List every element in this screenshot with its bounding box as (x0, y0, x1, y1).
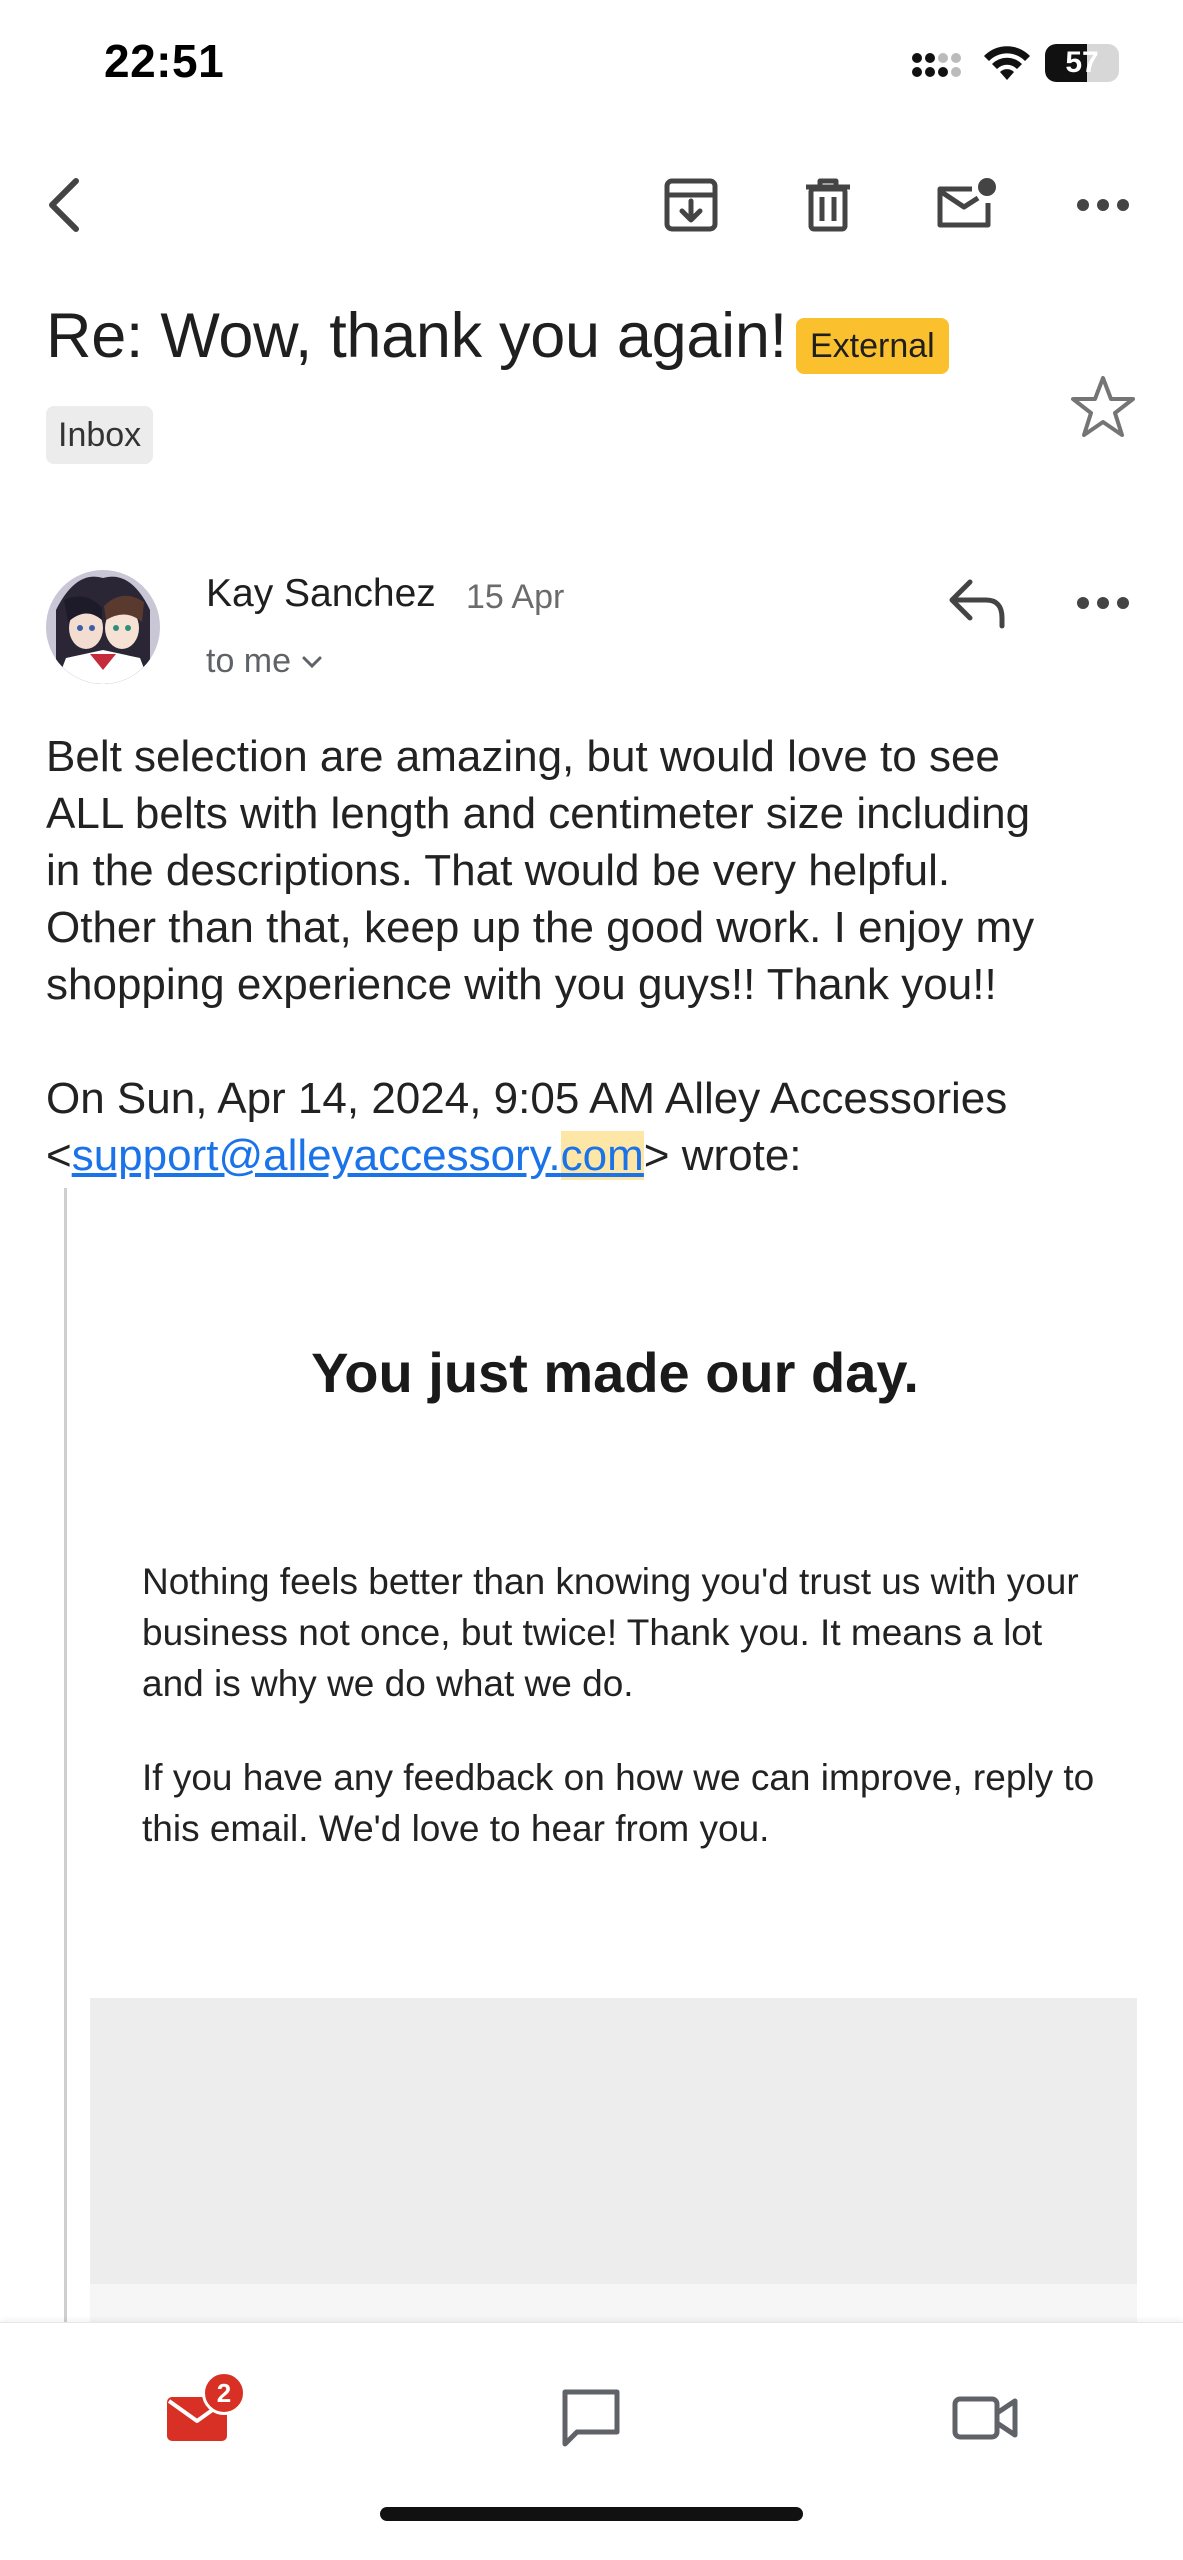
archive-icon (664, 178, 718, 232)
email-date: 15 Apr (466, 578, 565, 616)
chevron-down-icon (302, 656, 322, 668)
body-line: Belt selection are amazing, but would lo… (46, 732, 1000, 781)
archive-button[interactable] (656, 170, 726, 240)
more-options-button[interactable] (1068, 170, 1138, 240)
quote-bar (64, 1188, 67, 2328)
video-icon (952, 2396, 1018, 2440)
recipient-label: to me (206, 642, 292, 680)
battery-text: 57 (1065, 46, 1099, 79)
body-line: ALL belts with length and centimeter siz… (46, 789, 1031, 838)
nav-meet[interactable] (930, 2363, 1040, 2473)
sender-avatar[interactable] (46, 570, 160, 684)
quote-email-line: <support@alleyaccessory.com> wrote: (46, 1131, 802, 1180)
star-icon (1071, 376, 1135, 437)
email-subject: Re: Wow, thank you again! (46, 301, 787, 371)
quoted-footer-strip (90, 2284, 1137, 2324)
body-line: Other than that, keep up the good work. … (46, 903, 1035, 952)
quote-attribution: On Sun, Apr 14, 2024, 9:05 AM Alley Acce… (46, 1070, 1156, 1184)
email-body: Belt selection are amazing, but would lo… (46, 728, 1156, 1013)
external-badge: External (796, 318, 949, 374)
mark-unread-button[interactable] (930, 170, 1000, 240)
delete-button[interactable] (793, 170, 863, 240)
sender-name[interactable]: Kay Sanchez (206, 572, 436, 616)
quoted-paragraph: Nothing feels better than knowing you'd … (142, 1561, 1079, 1704)
chat-icon (562, 2389, 620, 2447)
body-line: in the descriptions. That would be very … (46, 846, 951, 895)
cellular-signal-icon (912, 53, 961, 77)
support-email-link[interactable]: support@alleyaccessory.com (72, 1131, 644, 1180)
back-button[interactable] (28, 170, 98, 240)
quoted-paragraph: If you have any feedback on how we can i… (142, 1757, 1095, 1849)
message-more-button[interactable] (1068, 568, 1138, 638)
star-button[interactable] (1068, 372, 1138, 442)
back-arrow-icon (49, 178, 79, 232)
body-line: shopping experience with you guys!! Than… (46, 960, 997, 1009)
reply-icon (949, 579, 1005, 629)
status-time: 22:51 (104, 35, 225, 87)
mark-unread-icon (937, 178, 996, 228)
reply-button[interactable] (942, 568, 1012, 638)
search-highlight: com (560, 1131, 644, 1180)
quoted-heading: You just made our day. (311, 1341, 919, 1404)
quoted-image-placeholder (90, 1998, 1137, 2284)
nav-chat[interactable] (536, 2363, 646, 2473)
avatar-image (46, 570, 160, 684)
nav-mail[interactable]: 2 (142, 2363, 252, 2473)
unread-count-badge: 2 (202, 2371, 246, 2415)
label-chip-inbox[interactable]: Inbox (46, 406, 154, 464)
trash-icon (806, 178, 850, 232)
more-horizontal-icon (1077, 199, 1129, 211)
quote-intro: On Sun, Apr 14, 2024, 9:05 AM Alley Acce… (46, 1074, 1008, 1123)
bottom-navigation: 2 (0, 2322, 1183, 2560)
recipient-toggle[interactable]: to me (206, 642, 323, 681)
home-indicator[interactable] (380, 2507, 803, 2521)
battery-indicator: 57 (1045, 44, 1119, 82)
quote-wrote: wrote: (681, 1131, 802, 1180)
more-horizontal-icon (1077, 597, 1129, 609)
wifi-icon (984, 46, 1030, 80)
